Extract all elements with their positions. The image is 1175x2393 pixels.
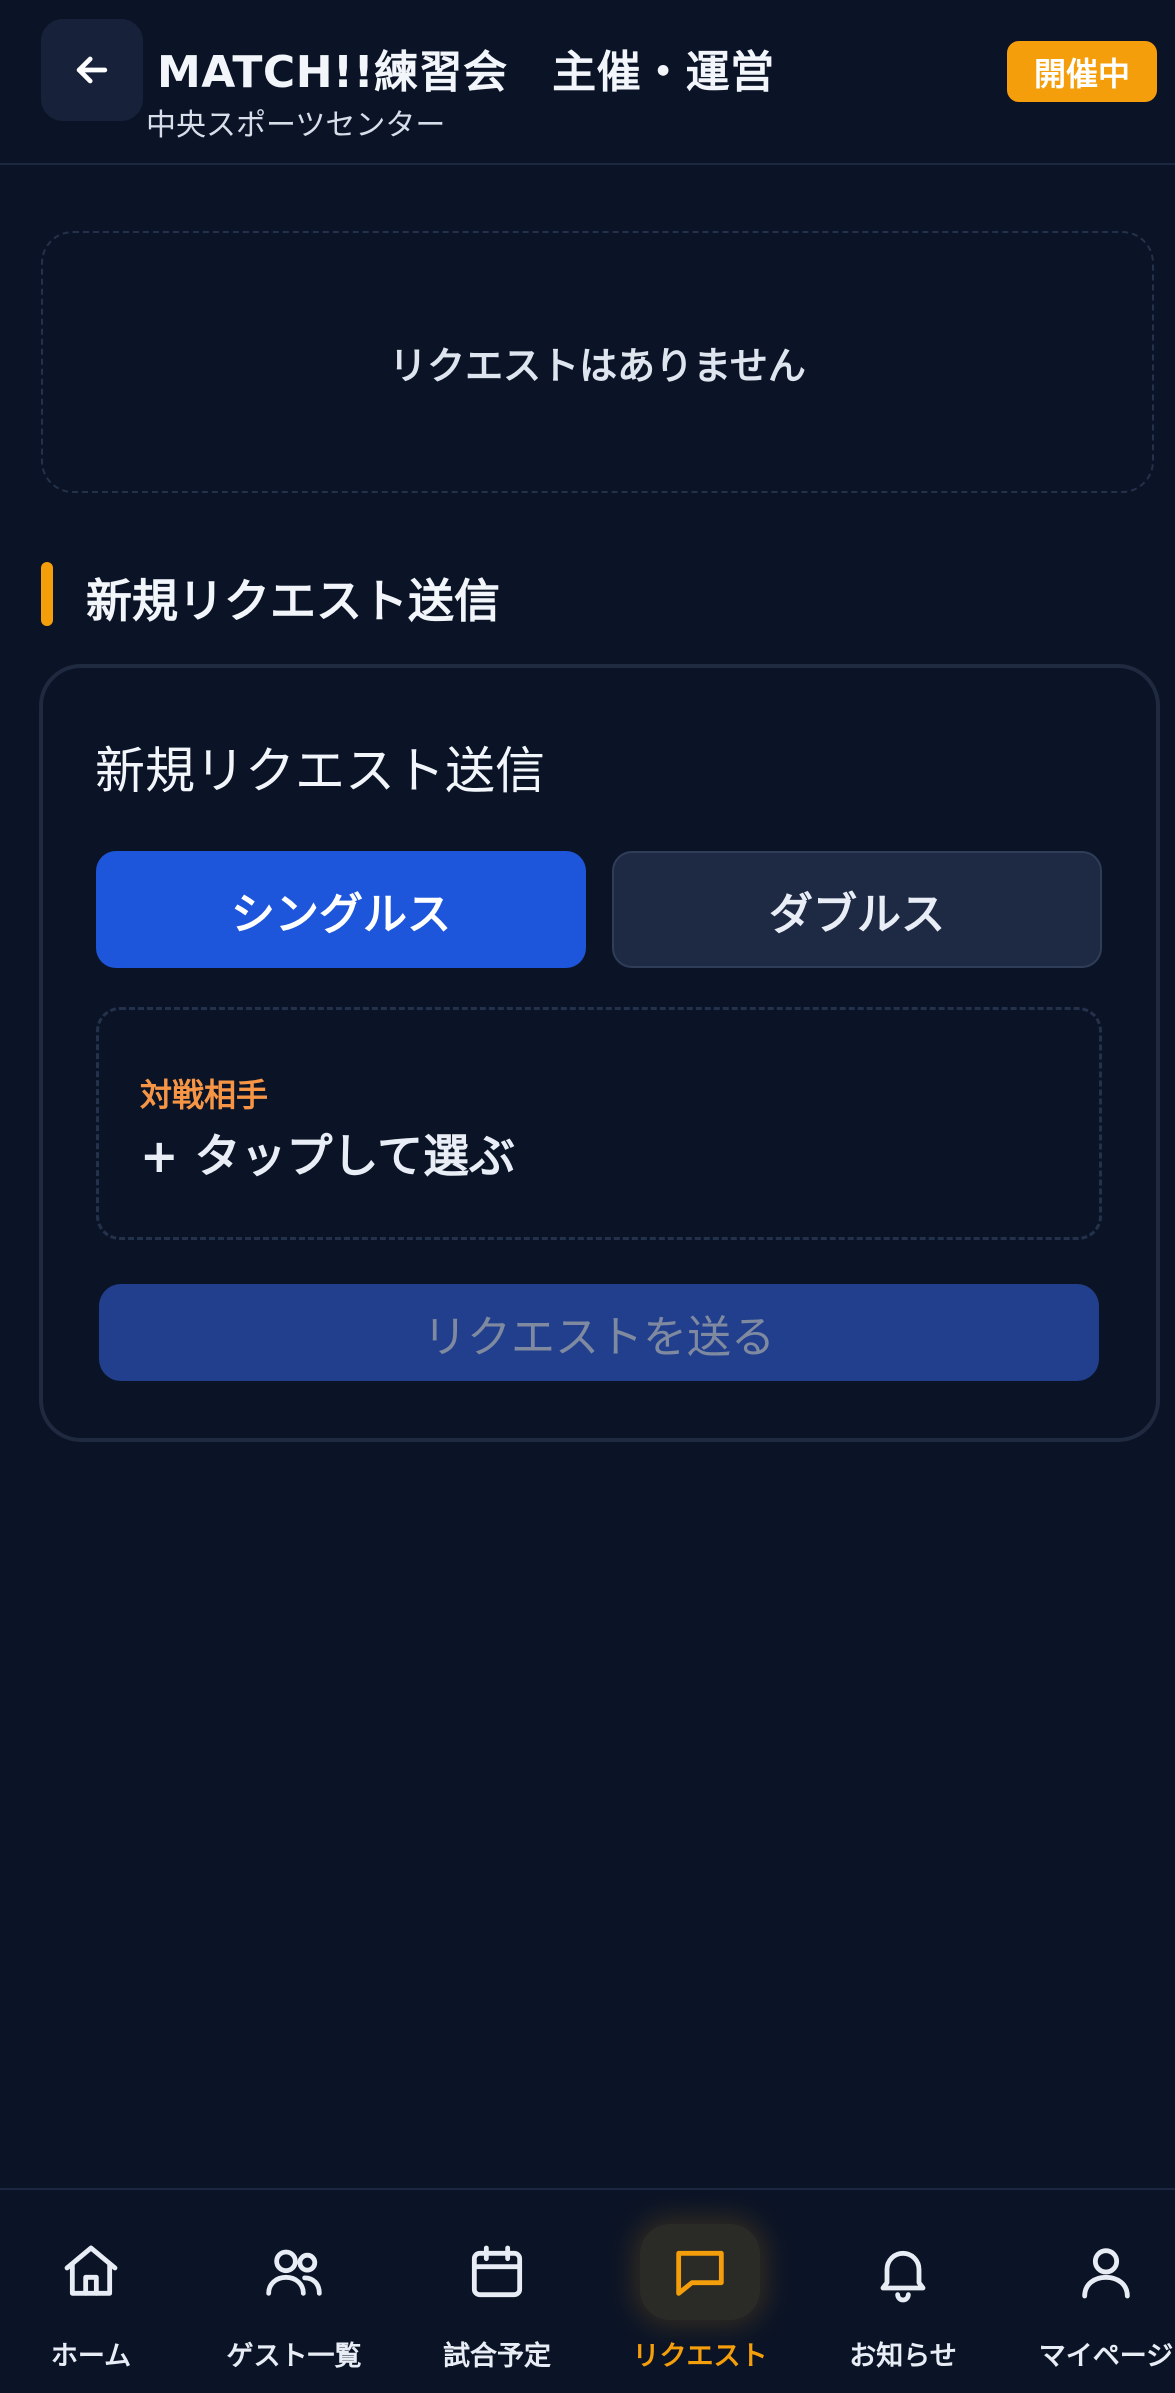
home-icon [64,2245,118,2296]
nav-item-schedule[interactable]: 試合予定 [397,2188,597,2391]
nav-label-schedule: 試合予定 [443,2341,551,2372]
nav-item-guests[interactable]: ゲスト一覧 [194,2188,394,2391]
singles-button[interactable]: シングルス [96,851,586,968]
venue-subtitle: 中央スポーツセンター [146,108,446,143]
card-title: 新規リクエスト送信 [95,742,545,800]
calendar-icon [471,2245,523,2298]
request-list-empty: リクエストはありません [41,231,1154,493]
app-header: MATCH!!練習会 主催・運営 中央スポーツセンター 開催中 [0,0,1175,165]
nav-label-mypage: マイページ [1038,2341,1174,2372]
nav-label-home: ホーム [50,2341,132,2372]
doubles-button[interactable]: ダブルス [612,851,1102,968]
users-icon [266,2249,322,2296]
section-accent-bar [41,562,53,626]
nav-item-notifications[interactable]: お知らせ [803,2188,1003,2391]
back-button[interactable] [41,19,143,121]
opponent-label: 対戦相手 [140,1076,269,1114]
arrow-left-icon [76,56,108,84]
bell-icon [880,2250,926,2303]
send-request-button[interactable]: リクエストを送る [99,1284,1099,1381]
nav-item-requests[interactable]: リクエスト [600,2188,800,2391]
nav-item-home[interactable]: ホーム [0,2188,191,2391]
user-icon [1082,2248,1130,2299]
nav-item-mypage[interactable]: マイページ [1006,2188,1175,2391]
status-badge: 開催中 [1007,41,1157,102]
page-title: MATCH!!練習会 主催・運営 [157,47,775,98]
nav-label-requests: リクエスト [632,2341,768,2372]
nav-label-guests: ゲスト一覧 [226,2341,362,2372]
empty-message: リクエストはありません [389,343,806,388]
chat-icon [676,2250,724,2296]
nav-label-notifications: お知らせ [849,2341,957,2372]
section-title: 新規リクエスト送信 [86,574,500,628]
opponent-select-prompt[interactable]: + タップして選ぶ [140,1120,515,1186]
